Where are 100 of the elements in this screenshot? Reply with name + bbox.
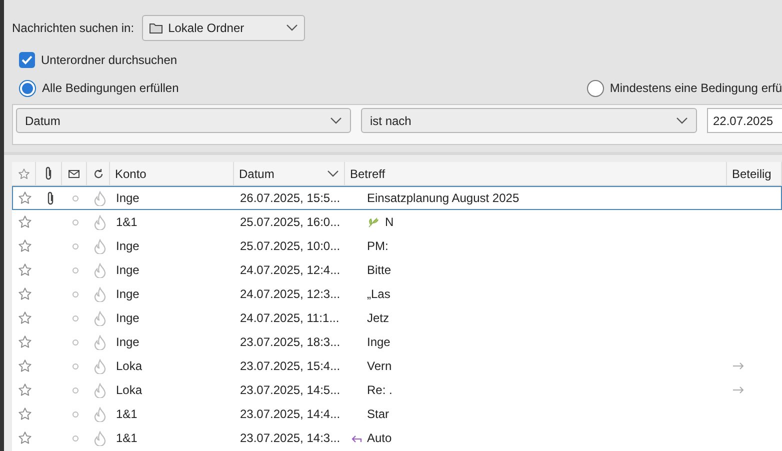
account-text: Inge — [116, 263, 140, 277]
subject-text: N — [385, 214, 394, 231]
read-status-icon[interactable] — [72, 386, 79, 394]
account-text: 1&1 — [116, 215, 138, 229]
message-row[interactable]: 1&1 23.07.2025, 14:3... Auto — [12, 426, 782, 450]
message-row[interactable]: Loka 23.07.2025, 15:4... Vern — [12, 354, 782, 378]
reply-icon — [351, 434, 362, 442]
envelope-icon — [68, 168, 80, 178]
star-icon[interactable] — [18, 359, 32, 373]
flame-icon[interactable] — [94, 406, 106, 422]
date-input-field[interactable]: 22.07.2025 — [707, 108, 782, 133]
date-text: 24.07.2025, 11:1... — [240, 311, 340, 325]
flame-icon[interactable] — [94, 190, 106, 206]
message-row[interactable]: Inge 24.07.2025, 12:4... Bitte — [12, 258, 782, 282]
date-text: 23.07.2025, 14:4... — [240, 407, 340, 421]
message-row[interactable]: 1&1 23.07.2025, 14:4... Star — [12, 402, 782, 426]
flame-icon[interactable] — [94, 310, 106, 326]
match-option-label: Mindestens eine Bedingung erfü — [610, 80, 782, 97]
folder-dropdown[interactable]: Lokale Ordner — [142, 15, 306, 41]
leaf-icon — [367, 216, 379, 228]
date-text: 24.07.2025, 12:3... — [240, 287, 340, 301]
flame-icon[interactable] — [94, 214, 106, 230]
chevron-icon — [330, 116, 342, 124]
match-option-label: Alle Bedingungen erfüllen — [42, 80, 179, 97]
column-header[interactable]: Betreff — [345, 162, 727, 185]
flame-icon[interactable] — [94, 334, 106, 350]
subfolders-label: Unterordner durchsuchen — [41, 52, 178, 69]
star-icon[interactable] — [18, 383, 32, 397]
message-row[interactable]: Inge 25.07.2025, 10:0... PM: — [12, 234, 782, 258]
date-text: 23.07.2025, 15:4... — [240, 359, 340, 373]
radio-button[interactable] — [586, 80, 604, 96]
read-status-icon[interactable] — [72, 410, 79, 418]
flame-icon[interactable] — [94, 382, 106, 398]
account-text: Inge — [116, 239, 140, 253]
subject-text: Einsatzplanung August 2025 — [367, 190, 520, 207]
chevron-icon — [676, 116, 688, 124]
date-text: 25.07.2025, 10:0... — [240, 239, 340, 253]
read-status-icon[interactable] — [72, 194, 79, 202]
chevron-icon — [286, 24, 298, 32]
date-text: 25.07.2025, 16:0... — [240, 215, 340, 229]
flame-icon[interactable] — [94, 262, 106, 278]
account-text: Inge — [116, 287, 140, 301]
star-icon[interactable] — [18, 239, 32, 253]
date-text: 26.07.2025, 15:5... — [240, 191, 340, 205]
subject-text: Star — [367, 406, 390, 423]
account-text: Loka — [116, 359, 142, 373]
star-icon[interactable] — [18, 287, 32, 301]
refresh-icon — [92, 168, 104, 180]
column-header[interactable]: Datum — [234, 162, 345, 185]
date-text: 24.07.2025, 12:4... — [240, 263, 340, 277]
star-icon[interactable] — [18, 407, 32, 421]
column-header[interactable]: Beteilig — [727, 162, 782, 185]
subject-text: „Las — [367, 286, 390, 303]
star-icon[interactable] — [18, 335, 32, 349]
star-icon[interactable] — [18, 263, 32, 277]
star-icon[interactable] — [18, 168, 30, 180]
folder-icon — [149, 22, 164, 34]
column-header[interactable]: Konto — [110, 162, 234, 185]
date-text: 23.07.2025, 14:3... — [240, 431, 340, 445]
subject-text: Jetz — [367, 310, 390, 327]
account-text: 1&1 — [116, 407, 138, 421]
read-status-icon[interactable] — [72, 338, 79, 346]
message-row[interactable]: Loka 23.07.2025, 14:5... Re: . — [12, 378, 782, 402]
operator-dropdown[interactable]: ist nach — [361, 108, 697, 133]
star-icon[interactable] — [18, 191, 32, 205]
star-icon[interactable] — [18, 215, 32, 229]
read-status-icon[interactable] — [72, 314, 79, 322]
message-row[interactable]: 1&1 25.07.2025, 16:0... N — [12, 210, 782, 234]
checkbox[interactable] — [19, 52, 35, 68]
star-icon[interactable] — [18, 311, 32, 325]
flame-icon[interactable] — [94, 430, 106, 446]
subject-text: Bitte — [367, 262, 392, 279]
read-status-icon[interactable] — [72, 242, 79, 250]
radio-button[interactable] — [19, 80, 36, 96]
message-row[interactable]: Inge 23.07.2025, 18:3... Inge — [12, 330, 782, 354]
message-row[interactable]: Inge 24.07.2025, 11:1... Jetz — [12, 306, 782, 330]
subject-text: PM: — [367, 238, 388, 255]
read-status-icon[interactable] — [72, 434, 79, 442]
account-text: Inge — [116, 191, 140, 205]
read-status-icon[interactable] — [72, 266, 79, 274]
read-status-icon[interactable] — [72, 290, 79, 298]
date-text: 23.07.2025, 14:5... — [240, 383, 340, 397]
account-text: 1&1 — [116, 431, 138, 445]
flame-icon[interactable] — [94, 238, 106, 254]
account-text: Inge — [116, 335, 140, 349]
field-dropdown[interactable]: Datum — [16, 108, 351, 133]
message-row[interactable]: Inge 24.07.2025, 12:3... „Las — [12, 282, 782, 306]
date-text: 23.07.2025, 18:3... — [240, 335, 340, 349]
account-text: Loka — [116, 383, 142, 397]
paperclip-icon — [44, 166, 53, 181]
subject-text: Auto — [367, 430, 392, 447]
subject-text: Vern — [367, 358, 392, 375]
flame-icon[interactable] — [94, 358, 106, 374]
message-row[interactable]: Inge 26.07.2025, 15:5... Einsatzplanung August 2025 — [12, 186, 782, 210]
flame-icon[interactable] — [94, 286, 106, 302]
read-status-icon[interactable] — [72, 362, 79, 370]
star-icon[interactable] — [18, 431, 32, 445]
read-status-icon[interactable] — [72, 218, 79, 226]
account-text: Inge — [116, 311, 140, 325]
subject-text: Re: . — [367, 382, 392, 399]
